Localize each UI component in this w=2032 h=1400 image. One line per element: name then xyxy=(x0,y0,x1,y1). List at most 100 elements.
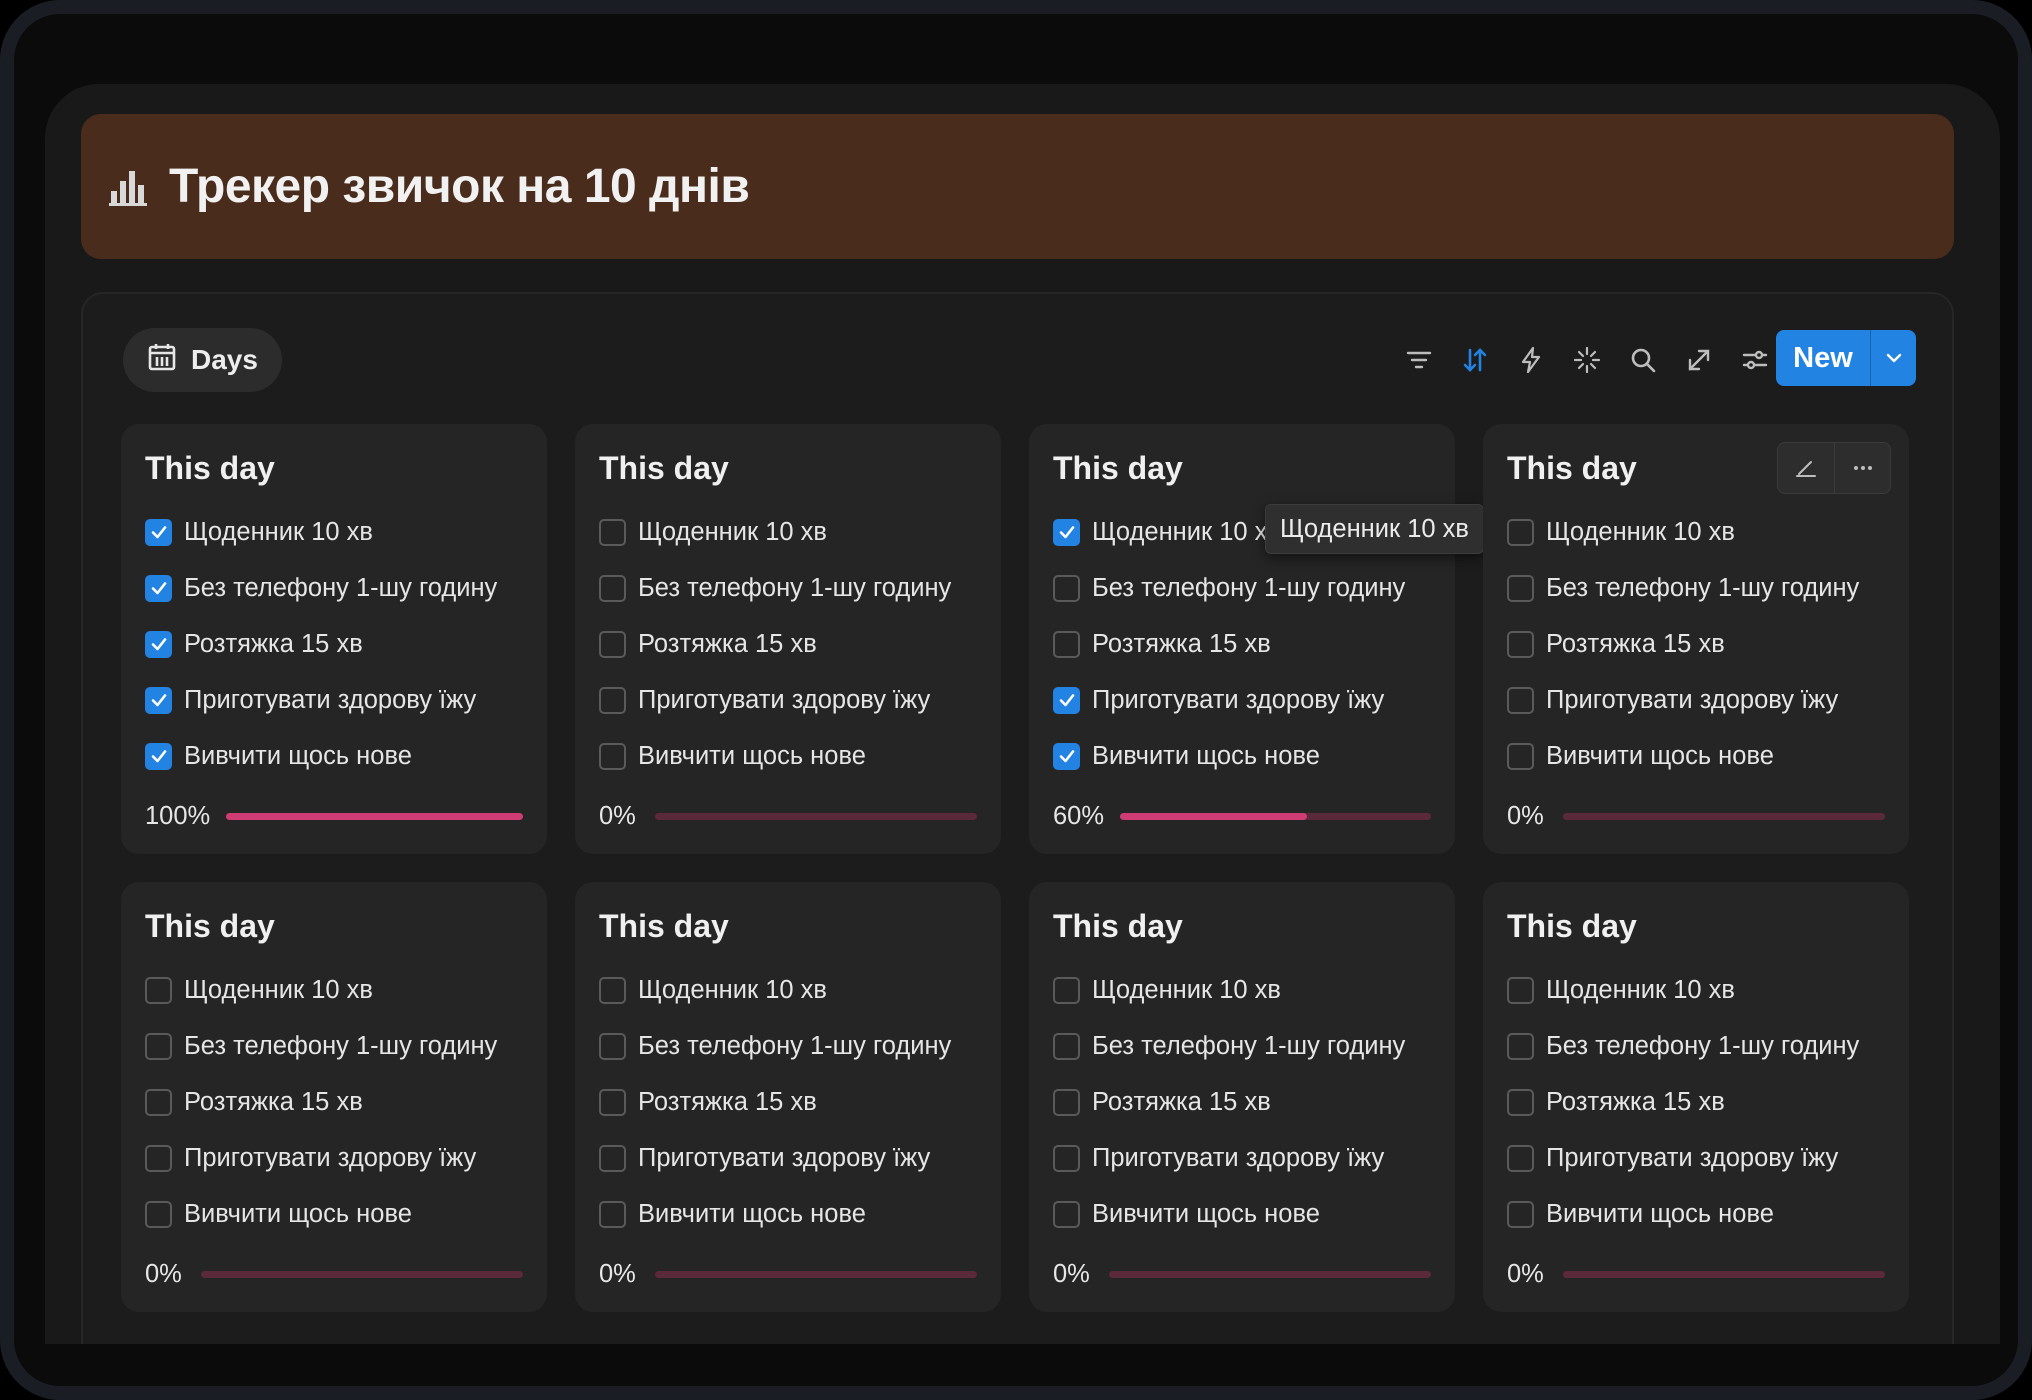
checkbox-unchecked[interactable] xyxy=(1053,630,1080,658)
checkbox-unchecked[interactable] xyxy=(145,1200,172,1228)
habit-row: Вивчити щось нове xyxy=(599,728,977,784)
progress-bar-fill xyxy=(1120,812,1307,820)
checkbox-unchecked[interactable] xyxy=(599,630,626,658)
habit-row: Приготувати здорову їжу xyxy=(1053,1130,1431,1186)
habit-label: Вивчити щось нове xyxy=(1092,1199,1320,1228)
day-card[interactable]: This day Щоденник 10 хв Без телефону 1-шу … xyxy=(575,882,1001,1312)
more-icon[interactable] xyxy=(1834,443,1890,493)
checkbox-unchecked[interactable] xyxy=(1507,976,1534,1004)
checkbox-checked[interactable] xyxy=(145,574,172,602)
search-icon[interactable] xyxy=(1626,343,1660,377)
habit-row: Вивчити щось нове xyxy=(145,1186,523,1242)
habit-row: Щоденник 10 хв xyxy=(599,962,977,1018)
checkbox-unchecked[interactable] xyxy=(599,1032,626,1060)
checkbox-unchecked[interactable] xyxy=(1507,574,1534,602)
checkbox-unchecked[interactable] xyxy=(599,1144,626,1172)
habit-row: Вивчити щось нове xyxy=(1053,1186,1431,1242)
checkbox-unchecked[interactable] xyxy=(145,1032,172,1060)
progress-percent: 0% xyxy=(599,801,636,830)
checkbox-unchecked[interactable] xyxy=(145,1088,172,1116)
bar-chart-icon xyxy=(107,165,151,209)
sparkle-icon[interactable] xyxy=(1570,343,1604,377)
checkbox-unchecked[interactable] xyxy=(145,976,172,1004)
habit-row: Приготувати здорову їжу xyxy=(145,1130,523,1186)
day-card[interactable]: This day Щоденник 10 хв Без телефону 1-шу … xyxy=(121,882,547,1312)
habit-row: Вивчити щось нове xyxy=(599,1186,977,1242)
checkbox-unchecked[interactable] xyxy=(1053,1200,1080,1228)
checkbox-unchecked[interactable] xyxy=(1507,1032,1534,1060)
day-card[interactable]: This day Щоденник 10 хв Без телефону 1-шу … xyxy=(1483,424,1909,854)
checkbox-unchecked[interactable] xyxy=(1053,574,1080,602)
habit-label: Розтяжка 15 хв xyxy=(184,1087,363,1116)
checkbox-unchecked[interactable] xyxy=(1507,742,1534,770)
day-card[interactable]: This day Щоденник 10 хв Без телефону 1-шу … xyxy=(1483,882,1909,1312)
page-title[interactable]: Трекер звичок на 10 днів xyxy=(169,159,750,214)
database-view: Days New This day Щоденник 10 хв Без тел… xyxy=(81,292,1954,1344)
habit-label: Розтяжка 15 хв xyxy=(1092,629,1271,658)
habit-row: Вивчити щось нове xyxy=(1507,728,1885,784)
progress-bar xyxy=(201,1270,523,1278)
checkbox-checked[interactable] xyxy=(1053,742,1080,770)
habit-row: Приготувати здорову їжу xyxy=(1053,672,1431,728)
new-button[interactable]: New xyxy=(1776,330,1870,386)
card-title: This day xyxy=(1053,450,1183,486)
day-card[interactable]: This day Щоденник 10 хв Без телефону 1-шу … xyxy=(1029,424,1484,854)
progress-percent: 60% xyxy=(1053,801,1105,830)
checkbox-unchecked[interactable] xyxy=(1507,518,1534,546)
checkbox-unchecked[interactable] xyxy=(1507,630,1534,658)
checkbox-unchecked[interactable] xyxy=(599,742,626,770)
habit-row: Без телефону 1-шу годину xyxy=(1053,1018,1431,1074)
card-title: This day xyxy=(1053,908,1183,944)
day-card[interactable]: This day Щоденник 10 хв Без телефону 1-шу … xyxy=(575,424,1001,854)
habit-row: Вивчити щось нове xyxy=(1507,1186,1885,1242)
habit-row: Без телефону 1-шу годину xyxy=(1507,560,1885,616)
progress-percent: 0% xyxy=(145,1259,182,1288)
expand-icon[interactable] xyxy=(1682,343,1716,377)
card-title: This day xyxy=(145,450,275,486)
habit-row: Щоденник 10 хв xyxy=(1507,504,1885,560)
habit-label: Без телефону 1-шу годину xyxy=(1092,573,1406,602)
checkbox-unchecked[interactable] xyxy=(599,976,626,1004)
view-tab-days[interactable]: Days xyxy=(123,328,282,392)
habit-row: Розтяжка 15 хв xyxy=(599,1074,977,1130)
checkbox-unchecked[interactable] xyxy=(145,1144,172,1172)
habit-label: Приготувати здорову їжу xyxy=(1092,685,1385,714)
habit-label: Розтяжка 15 хв xyxy=(638,1087,817,1116)
checkbox-checked[interactable] xyxy=(145,630,172,658)
checkbox-unchecked[interactable] xyxy=(1053,1032,1080,1060)
filter-icon[interactable] xyxy=(1402,343,1436,377)
view-tab-label: Days xyxy=(191,344,258,375)
day-card[interactable]: This day Щоденник 10 хв Без телефону 1-шу … xyxy=(121,424,547,854)
checkbox-checked[interactable] xyxy=(1053,686,1080,714)
sort-icon[interactable] xyxy=(1458,343,1492,377)
settings-sliders-icon[interactable] xyxy=(1738,343,1772,377)
checkbox-unchecked[interactable] xyxy=(599,686,626,714)
checkbox-unchecked[interactable] xyxy=(599,1088,626,1116)
habit-row: Без телефону 1-шу годину xyxy=(599,560,977,616)
checkbox-checked[interactable] xyxy=(145,742,172,770)
habit-label: Вивчити щось нове xyxy=(1546,1199,1774,1228)
edit-icon[interactable] xyxy=(1778,443,1834,493)
checkbox-unchecked[interactable] xyxy=(1507,1200,1534,1228)
checkbox-unchecked[interactable] xyxy=(1507,1144,1534,1172)
checkbox-unchecked[interactable] xyxy=(599,518,626,546)
chevron-down-icon[interactable] xyxy=(1870,330,1916,386)
habit-label: Вивчити щось нове xyxy=(1546,741,1774,770)
checkbox-unchecked[interactable] xyxy=(1507,1088,1534,1116)
checkbox-unchecked[interactable] xyxy=(1507,686,1534,714)
checkbox-unchecked[interactable] xyxy=(1053,1088,1080,1116)
day-card[interactable]: This day Щоденник 10 хв Без телефону 1-шу … xyxy=(1029,882,1455,1312)
checkbox-checked[interactable] xyxy=(145,686,172,714)
lightning-icon[interactable] xyxy=(1514,343,1548,377)
checkbox-unchecked[interactable] xyxy=(1053,976,1080,1004)
notion-page: Трекер звичок на 10 днів Days New This d… xyxy=(45,84,2000,1344)
habit-row: Приготувати здорову їжу xyxy=(599,672,977,728)
checkbox-unchecked[interactable] xyxy=(599,574,626,602)
checkbox-unchecked[interactable] xyxy=(1053,1144,1080,1172)
habit-row: Щоденник 10 хв xyxy=(145,962,523,1018)
habit-label: Щоденник 10 хв xyxy=(1092,975,1281,1004)
habit-row: Приготувати здорову їжу xyxy=(1507,1130,1885,1186)
checkbox-checked[interactable] xyxy=(1053,518,1080,546)
checkbox-unchecked[interactable] xyxy=(599,1200,626,1228)
checkbox-checked[interactable] xyxy=(145,518,172,546)
